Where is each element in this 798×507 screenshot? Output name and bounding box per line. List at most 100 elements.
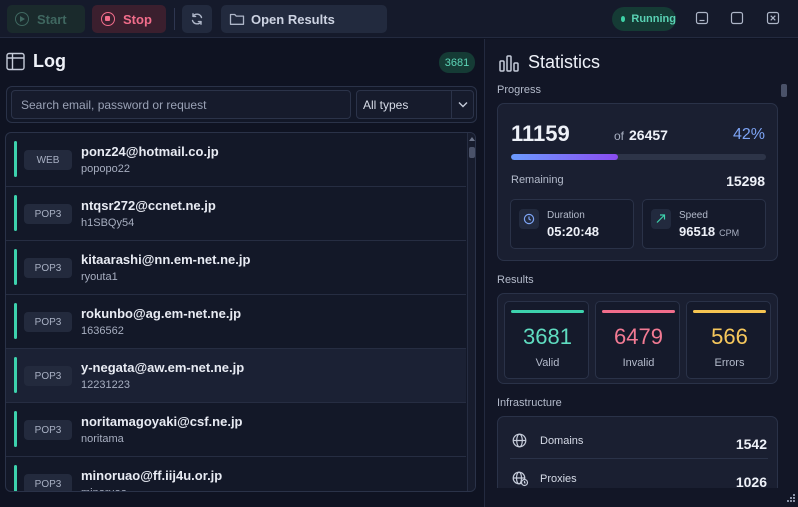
open-results-label: Open Results bbox=[251, 11, 335, 27]
clock-icon bbox=[519, 209, 539, 229]
log-row[interactable]: POP3 kitaarashi@nn.em-net.ne.jp ryouta1 bbox=[6, 241, 466, 295]
speed-label: Speed bbox=[679, 210, 708, 221]
progress-card: 11159 of 26457 42% Remaining 15298 Durat… bbox=[497, 103, 778, 261]
speed-value: 96518 bbox=[679, 224, 716, 239]
errors-label: Errors bbox=[714, 357, 745, 369]
row-email: ponz24@hotmail.co.jp bbox=[81, 144, 219, 159]
row-status-indicator bbox=[14, 303, 17, 339]
progress-of-label: of bbox=[614, 129, 625, 143]
folder-icon bbox=[229, 13, 245, 25]
statistics-scrollbar[interactable] bbox=[781, 84, 787, 489]
log-row[interactable]: POP3 y-negata@aw.em-net.ne.jp 12231223 bbox=[6, 349, 466, 403]
infrastructure-card: Domains 1542 Proxies 1026 bbox=[497, 416, 778, 488]
speed-unit: CPM bbox=[719, 228, 740, 238]
invalid-color-bar bbox=[602, 310, 675, 313]
row-type-tag: POP3 bbox=[24, 366, 72, 386]
statistics-scrollbar-thumb[interactable] bbox=[781, 84, 787, 97]
errors-color-bar bbox=[693, 310, 766, 313]
row-password: ryouta1 bbox=[81, 271, 118, 283]
row-password: h1SBQy54 bbox=[81, 217, 135, 229]
toolbar-divider bbox=[174, 8, 175, 30]
proxies-row: Proxies 1026 bbox=[498, 459, 777, 488]
proxies-label: Proxies bbox=[540, 473, 577, 485]
log-row[interactable]: WEB ponz24@hotmail.co.jp popopo22 bbox=[6, 133, 466, 187]
log-scrollbar-thumb[interactable] bbox=[469, 147, 475, 158]
statistics-header: Statistics bbox=[499, 52, 600, 73]
domains-row: Domains 1542 bbox=[498, 421, 777, 459]
log-scrollbar[interactable] bbox=[467, 133, 475, 491]
progress-checked: 11159 bbox=[511, 121, 570, 146]
duration-label: Duration bbox=[547, 210, 585, 221]
proxies-value: 1026 bbox=[735, 474, 767, 488]
row-password: 1636562 bbox=[81, 325, 124, 337]
proxy-globe-icon bbox=[512, 471, 529, 487]
speed-value-wrap: 96518 CPM bbox=[679, 224, 739, 239]
errors-count: 566 bbox=[711, 324, 748, 349]
trend-up-icon bbox=[651, 209, 671, 229]
row-email: noritamagoyaki@csf.ne.jp bbox=[81, 414, 243, 429]
row-email: kitaarashi@nn.em-net.ne.jp bbox=[81, 252, 251, 267]
row-type-tag: POP3 bbox=[24, 204, 72, 224]
speed-tile: Speed 96518 CPM bbox=[642, 199, 766, 249]
close-icon[interactable] bbox=[766, 11, 780, 25]
maximize-icon[interactable] bbox=[730, 11, 744, 25]
row-status-indicator bbox=[14, 249, 17, 285]
log-header: Log bbox=[6, 51, 66, 72]
valid-count: 3681 bbox=[523, 324, 572, 349]
play-icon bbox=[15, 12, 29, 26]
progress-bar-fill bbox=[511, 154, 619, 160]
open-results-button[interactable]: Open Results bbox=[221, 5, 387, 33]
row-email: y-negata@aw.em-net.ne.jp bbox=[81, 360, 245, 375]
stop-button-label: Stop bbox=[123, 11, 152, 27]
row-type-tag: POP3 bbox=[24, 474, 72, 491]
infrastructure-section-label: Infrastructure bbox=[497, 397, 562, 409]
type-filter-select[interactable]: All types bbox=[356, 90, 474, 119]
statistics-title: Statistics bbox=[528, 52, 601, 72]
remaining-label: Remaining bbox=[511, 174, 564, 186]
globe-icon bbox=[512, 433, 527, 448]
row-status-indicator bbox=[14, 465, 17, 491]
log-row[interactable]: POP3 noritamagoyaki@csf.ne.jp noritama bbox=[6, 403, 466, 457]
invalid-count: 6479 bbox=[614, 324, 663, 349]
log-filter-bar: All types bbox=[6, 86, 477, 123]
row-type-tag: POP3 bbox=[24, 312, 72, 332]
chevron-down-icon bbox=[458, 102, 467, 108]
domains-value: 1542 bbox=[735, 436, 767, 452]
type-filter-value: All types bbox=[363, 97, 409, 112]
log-icon bbox=[6, 52, 25, 71]
invalid-label: Invalid bbox=[622, 357, 655, 369]
row-password: popopo22 bbox=[81, 163, 130, 175]
row-status-indicator bbox=[14, 141, 17, 177]
start-button-label: Start bbox=[37, 11, 67, 27]
remaining-value: 15298 bbox=[726, 173, 765, 189]
statistics-panel: Statistics Progress 11159 of 26457 42% R… bbox=[485, 39, 798, 507]
stop-button[interactable]: Stop bbox=[92, 5, 166, 33]
progress-bar bbox=[511, 154, 766, 160]
log-row[interactable]: POP3 ntqsr272@ccnet.ne.jp h1SBQy54 bbox=[6, 187, 466, 241]
domains-label: Domains bbox=[540, 435, 584, 447]
row-type-tag: POP3 bbox=[24, 420, 72, 440]
refresh-button[interactable] bbox=[182, 5, 212, 33]
resize-grip-icon[interactable] bbox=[785, 494, 795, 504]
type-filter-toggle[interactable] bbox=[451, 91, 473, 118]
progress-section-label: Progress bbox=[497, 84, 542, 96]
row-email: minoruao@ff.iij4u.or.jp bbox=[81, 468, 223, 483]
status-dot-icon bbox=[621, 16, 626, 22]
row-password: noritama bbox=[81, 433, 124, 445]
scroll-up-icon[interactable] bbox=[469, 136, 475, 142]
results-card: 3681 Valid 6479 Invalid 566 Errors bbox=[497, 293, 778, 384]
log-row[interactable]: POP3 rokunbo@ag.em-net.ne.jp 1636562 bbox=[6, 295, 466, 349]
errors-tile: 566 Errors bbox=[686, 301, 771, 379]
log-list: WEB ponz24@hotmail.co.jp popopo22 POP3 n… bbox=[5, 132, 476, 492]
minimize-icon[interactable] bbox=[695, 11, 709, 25]
row-status-indicator bbox=[14, 411, 17, 447]
start-button[interactable]: Start bbox=[7, 5, 85, 33]
log-panel: Log 3681 All types WEB ponz24@hotmail.co… bbox=[0, 39, 484, 507]
bar-chart-icon bbox=[499, 54, 519, 72]
row-email: rokunbo@ag.em-net.ne.jp bbox=[81, 306, 242, 321]
log-row[interactable]: POP3 minoruao@ff.iij4u.or.jp minoruao bbox=[6, 457, 466, 491]
toolbar: Start Stop Open Results Running bbox=[0, 0, 798, 38]
row-type-tag: POP3 bbox=[24, 258, 72, 278]
search-input[interactable] bbox=[11, 90, 351, 119]
progress-percent: 42% bbox=[732, 126, 765, 143]
